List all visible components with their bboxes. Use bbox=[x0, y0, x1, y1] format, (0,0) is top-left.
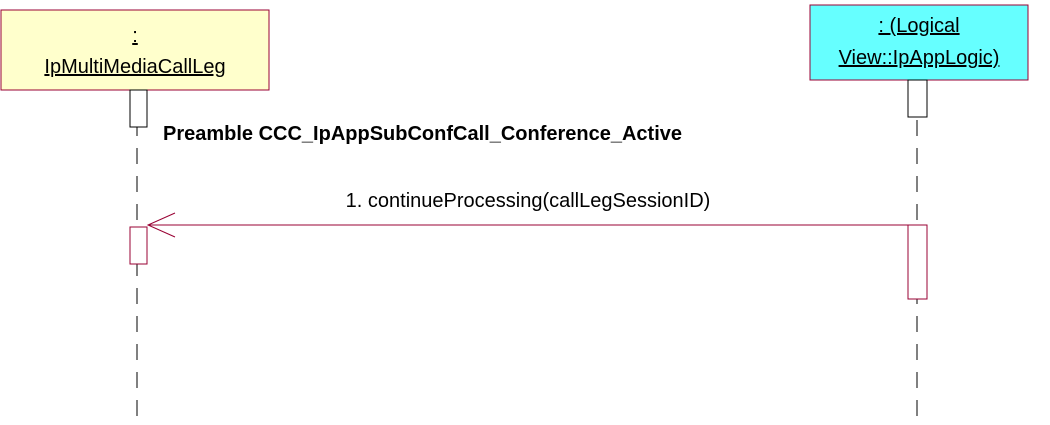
activation-bar bbox=[907, 79, 928, 118]
preamble-note: Preamble CCC_IpAppSubConfCall_Conference… bbox=[163, 123, 682, 145]
participant-label-line1: : (Logical bbox=[878, 15, 959, 37]
participant-ipmultimediacallleg[interactable]: : IpMultiMediaCallLeg bbox=[0, 9, 270, 91]
participant-label-line2: View::IpAppLogic) bbox=[839, 47, 1000, 69]
participant-label-line2: IpMultiMediaCallLeg bbox=[44, 56, 225, 78]
activation-bar bbox=[129, 226, 148, 265]
participant-label-line1: : bbox=[132, 25, 138, 47]
message-label: 1. continueProcessing(callLegSessionID) bbox=[346, 190, 711, 212]
participant-ipapplogic[interactable]: : (Logical View::IpAppLogic) bbox=[809, 4, 1029, 81]
activation-bar bbox=[129, 89, 148, 128]
participant-box bbox=[0, 9, 270, 91]
activation-bar bbox=[907, 224, 928, 300]
sequence-diagram: : IpMultiMediaCallLeg : (Logical View::I… bbox=[0, 4, 1029, 425]
